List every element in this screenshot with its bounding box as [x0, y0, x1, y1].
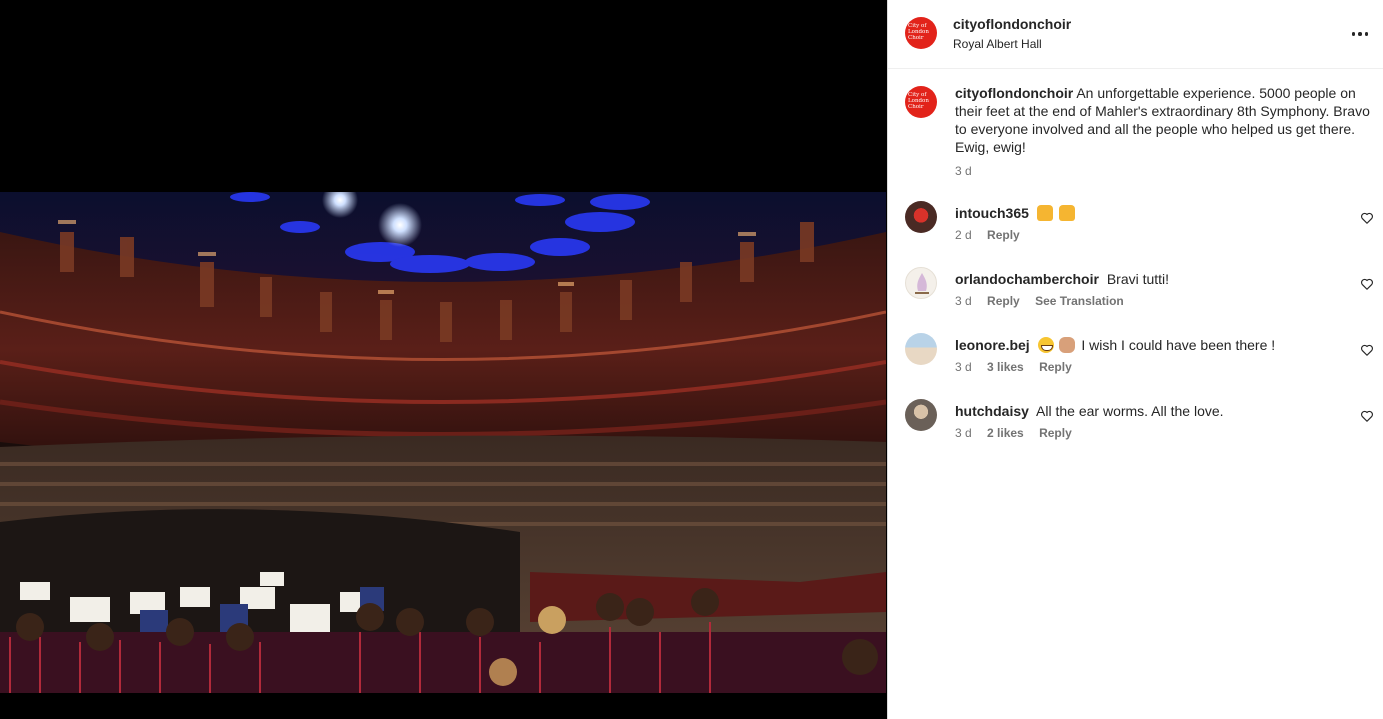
comment-line: intouch365 [955, 204, 1077, 222]
commenter-avatar[interactable] [905, 201, 937, 233]
like-heart-icon[interactable] [1360, 343, 1374, 357]
comment-text: I wish I could have been there ! [1081, 337, 1276, 353]
orlando-logo-icon [915, 273, 929, 294]
grinning-emoji-icon [1037, 337, 1054, 353]
comment-item: hutchdaisy All the ear worms. All the lo… [888, 399, 1383, 459]
comment-time[interactable]: 2 d [955, 228, 972, 242]
comment-item: leonore.bej I wish I could have been the… [888, 333, 1383, 393]
post-side-panel: City of London Choir cityoflondonchoir R… [887, 0, 1383, 719]
commenter-avatar[interactable] [905, 267, 937, 299]
caption-timestamp[interactable]: 3 d [955, 164, 972, 178]
comment-line: leonore.bej I wish I could have been the… [955, 336, 1275, 354]
commenter-avatar[interactable] [905, 399, 937, 431]
author-username[interactable]: cityoflondonchoir [953, 16, 1071, 32]
author-avatar[interactable]: City of London Choir [905, 17, 937, 49]
post-media-pane [0, 0, 887, 719]
likes-count-button[interactable]: 2 likes [987, 426, 1024, 440]
comment-meta: 2 d Reply [955, 228, 1032, 242]
comment-line: orlandochamberchoir Bravi tutti! [955, 270, 1169, 288]
comment-item: intouch365 2 d Reply [888, 201, 1383, 261]
comment-text: Bravi tutti! [1106, 271, 1170, 287]
comment-meta: 3 d Reply See Translation [955, 294, 1136, 308]
like-heart-icon[interactable] [1360, 211, 1374, 225]
reply-button[interactable]: Reply [987, 294, 1020, 308]
comment-line: hutchdaisy All the ear worms. All the lo… [955, 402, 1224, 420]
comment-time[interactable]: 3 d [955, 426, 972, 440]
clapping-hands-emoji-icon [1059, 337, 1076, 353]
raising-hands-emoji-icon [1058, 205, 1075, 221]
post-location[interactable]: Royal Albert Hall [953, 37, 1042, 51]
reply-button[interactable]: Reply [987, 228, 1020, 242]
author-avatar-logo-text: City of London Choir [908, 23, 929, 41]
like-heart-icon[interactable] [1360, 409, 1374, 423]
post-photo-concert-hall[interactable] [0, 192, 886, 693]
raising-hands-emoji-icon [1036, 205, 1053, 221]
commenter-username[interactable]: leonore.bej [955, 337, 1030, 353]
reply-button[interactable]: Reply [1039, 360, 1072, 374]
comment-time[interactable]: 3 d [955, 294, 972, 308]
caption-username[interactable]: cityoflondonchoir [955, 85, 1073, 101]
comment-meta: 3 d 3 likes Reply [955, 360, 1084, 374]
commenter-username[interactable]: intouch365 [955, 205, 1029, 221]
caption-text: cityoflondonchoir An unforgettable exper… [955, 84, 1370, 156]
comment-item: orlandochamberchoir Bravi tutti! 3 d Rep… [888, 267, 1383, 327]
caption-author-avatar[interactable]: City of London Choir [905, 86, 937, 118]
commenter-username[interactable]: orlandochamberchoir [955, 271, 1099, 287]
concert-hall-image [0, 192, 886, 693]
comment-meta: 3 d 2 likes Reply [955, 426, 1084, 440]
likes-count-button[interactable]: 3 likes [987, 360, 1024, 374]
post-header: City of London Choir cityoflondonchoir R… [888, 0, 1383, 69]
comment-time[interactable]: 3 d [955, 360, 972, 374]
like-heart-icon[interactable] [1360, 277, 1374, 291]
caption-avatar-logo-text: City of London Choir [908, 92, 929, 110]
commenter-avatar[interactable] [905, 333, 937, 365]
commenter-username[interactable]: hutchdaisy [955, 403, 1029, 419]
reply-button[interactable]: Reply [1039, 426, 1072, 440]
see-translation-button[interactable]: See Translation [1035, 294, 1124, 308]
more-options-icon[interactable] [1348, 22, 1372, 46]
comment-text: All the ear worms. All the love. [1036, 403, 1224, 419]
